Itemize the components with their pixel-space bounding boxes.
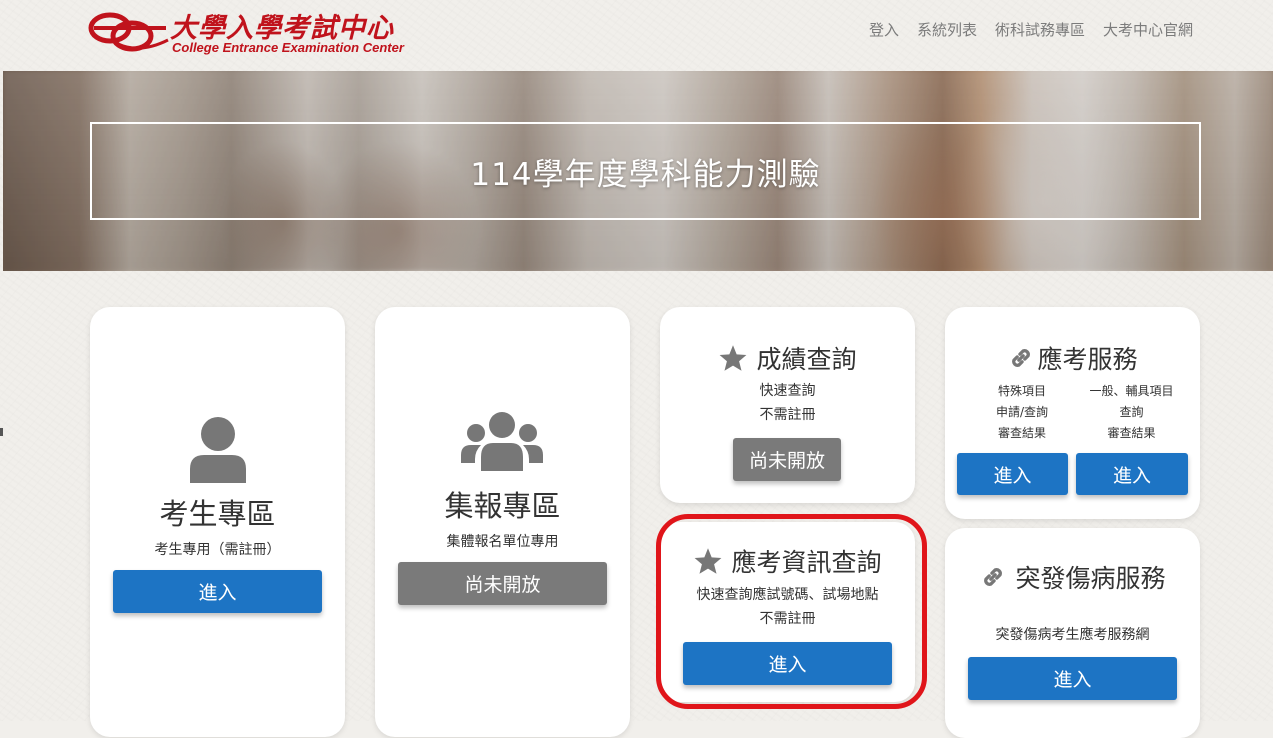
emergency-service-card: 突發傷病服務 突發傷病考生應考服務網 進入 xyxy=(945,528,1200,738)
group-registration-not-open-button[interactable]: 尚未開放 xyxy=(398,562,607,605)
score-query-card: 成績查詢 快速查詢 不需註冊 尚未開放 xyxy=(660,307,915,503)
nav-system-list-link[interactable]: 系統列表 xyxy=(917,19,977,40)
header: 大學入學考試中心 College Entrance Examination Ce… xyxy=(0,0,1273,70)
student-area-enter-button[interactable]: 進入 xyxy=(113,570,322,613)
exam-service-general-enter-button[interactable]: 進入 xyxy=(1076,453,1188,495)
group-registration-title: 集報專區 xyxy=(444,489,561,523)
top-nav: 登入 系統列表 術科試務專區 大考中心官網 xyxy=(869,19,1193,40)
exam-service-left-line1: 特殊項目 xyxy=(997,384,1046,398)
exam-service-left-line2: 申請/查詢 xyxy=(995,405,1049,419)
nav-login-link[interactable]: 登入 xyxy=(869,19,899,40)
exam-info-query-line2: 不需註冊 xyxy=(759,611,816,627)
exam-info-query-heading: 應考資訊查詢 xyxy=(660,543,915,579)
score-query-heading: 成績查詢 xyxy=(660,340,915,376)
exam-service-right-line3: 審查結果 xyxy=(1107,426,1156,440)
star-icon xyxy=(720,345,747,371)
exam-info-query-enter-button[interactable]: 進入 xyxy=(683,642,892,685)
banner-title: 114學年度學科能力測驗 xyxy=(470,156,821,193)
link-icon xyxy=(984,568,1003,586)
emergency-service-desc: 突發傷病考生應考服務網 xyxy=(995,627,1150,643)
exam-service-right-column: 一般、輔具項目 查詢 審查結果 xyxy=(1075,381,1188,444)
exam-service-right-line2: 查詢 xyxy=(1119,405,1144,419)
exam-service-right-line1: 一般、輔具項目 xyxy=(1089,384,1174,398)
nav-practical-exam-link[interactable]: 術科試務專區 xyxy=(995,19,1085,40)
star-icon xyxy=(695,548,722,574)
users-group-icon xyxy=(461,412,543,471)
exam-service-card: 應考服務 特殊項目 申請/查詢 審查結果 一般、輔具項目 查詢 審查結果 進入 … xyxy=(945,307,1200,519)
exam-info-query-title: 應考資訊查詢 xyxy=(731,548,882,577)
exam-service-left-column: 特殊項目 申請/查詢 審查結果 xyxy=(967,381,1077,444)
logo-english-text: College Entrance Examination Center xyxy=(172,40,404,55)
edge-marker xyxy=(0,428,3,436)
site-logo[interactable]: 大學入學考試中心 College Entrance Examination Ce… xyxy=(88,4,418,60)
emergency-service-enter-button[interactable]: 進入 xyxy=(968,657,1177,700)
student-area-desc: 考生專用（需註冊） xyxy=(154,542,281,558)
score-query-not-open-button[interactable]: 尚未開放 xyxy=(733,438,841,481)
banner-frame: 114學年度學科能力測驗 xyxy=(90,122,1201,220)
emergency-service-title: 突發傷病服務 xyxy=(1015,564,1166,593)
exam-service-special-enter-button[interactable]: 進入 xyxy=(957,453,1068,495)
exam-service-title: 應考服務 xyxy=(1037,345,1138,374)
score-query-line2: 不需註冊 xyxy=(759,407,816,423)
exam-info-query-line1: 快速查詢應試號碼、試場地點 xyxy=(696,587,879,603)
exam-info-query-card: 應考資訊查詢 快速查詢應試號碼、試場地點 不需註冊 進入 xyxy=(660,522,915,702)
exam-service-left-line3: 審查結果 xyxy=(997,426,1046,440)
score-query-title: 成績查詢 xyxy=(756,345,857,374)
group-registration-card: 集報專區 集體報名單位專用 尚未開放 xyxy=(375,307,630,737)
person-icon xyxy=(190,417,246,483)
group-registration-desc: 集體報名單位專用 xyxy=(446,534,559,550)
score-query-line1: 快速查詢 xyxy=(759,383,816,399)
student-area-title: 考生專區 xyxy=(159,497,276,531)
emergency-service-heading: 突發傷病服務 xyxy=(945,559,1200,595)
hero-banner: 114學年度學科能力測驗 xyxy=(3,71,1273,271)
student-area-card: 考生專區 考生專用（需註冊） 進入 xyxy=(90,307,345,737)
link-icon xyxy=(1012,349,1031,367)
exam-service-heading: 應考服務 xyxy=(945,340,1200,376)
logo-emblem-icon xyxy=(88,12,169,52)
nav-official-site-link[interactable]: 大考中心官網 xyxy=(1103,19,1193,40)
